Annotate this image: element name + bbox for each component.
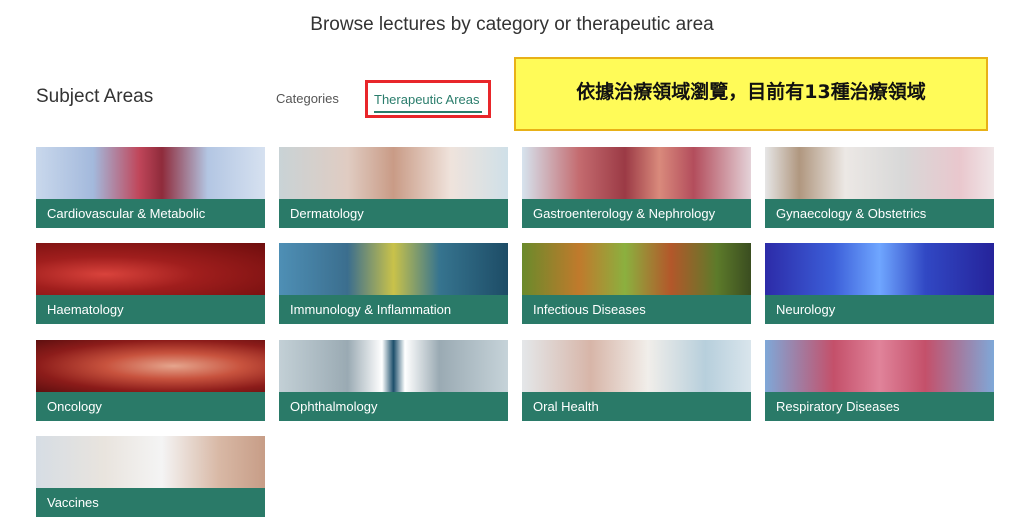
area-card-vaccines[interactable]: Vaccines — [36, 436, 265, 517]
ophthalmology-image — [279, 340, 508, 392]
area-card-label: Immunology & Inflammation — [290, 302, 452, 317]
oral-health-image — [522, 340, 751, 392]
area-card-gastroenterology[interactable]: Gastroenterology & Nephrology — [522, 147, 751, 228]
area-card-label: Neurology — [776, 302, 836, 317]
area-card-oral-health[interactable]: Oral Health — [522, 340, 751, 421]
immunology-image — [279, 243, 508, 295]
area-card-label: Cardiovascular & Metabolic — [47, 206, 206, 221]
area-card-bar: Ophthalmology — [279, 392, 508, 421]
area-card-label: Infectious Diseases — [533, 302, 646, 317]
area-card-bar: Neurology — [765, 295, 994, 324]
page-headline: Browse lectures by category or therapeut… — [310, 14, 714, 35]
respiratory-diseases-image — [765, 340, 994, 392]
area-card-infectious-diseases[interactable]: Infectious Diseases — [522, 243, 751, 324]
gynaecology-image — [765, 147, 994, 199]
area-card-label: Respiratory Diseases — [776, 399, 900, 414]
vaccines-image — [36, 436, 265, 488]
area-card-haematology[interactable]: Haematology — [36, 243, 265, 324]
area-card-label: Gynaecology & Obstetrics — [776, 206, 927, 221]
area-card-bar: Oncology — [36, 392, 265, 421]
area-card-respiratory-diseases[interactable]: Respiratory Diseases — [765, 340, 994, 421]
cardiovascular-image — [36, 147, 265, 199]
area-card-label: Vaccines — [47, 495, 99, 510]
area-card-gynaecology[interactable]: Gynaecology & Obstetrics — [765, 147, 994, 228]
gastroenterology-image — [522, 147, 751, 199]
area-card-bar: Immunology & Inflammation — [279, 295, 508, 324]
tab-therapeutic-areas-label: Therapeutic Areas — [374, 92, 480, 107]
area-card-bar: Dermatology — [279, 199, 508, 228]
area-card-bar: Haematology — [36, 295, 265, 324]
area-card-immunology[interactable]: Immunology & Inflammation — [279, 243, 508, 324]
area-card-bar: Respiratory Diseases — [765, 392, 994, 421]
area-card-label: Oral Health — [533, 399, 599, 414]
area-card-bar: Infectious Diseases — [522, 295, 751, 324]
area-card-bar: Cardiovascular & Metabolic — [36, 199, 265, 228]
page: Browse lectures by category or therapeut… — [0, 0, 1024, 532]
area-card-bar: Gynaecology & Obstetrics — [765, 199, 994, 228]
haematology-image — [36, 243, 265, 295]
annotation-callout: 依據治療領域瀏覽，目前有13種治療領域 — [514, 57, 988, 131]
active-tab-underline — [374, 111, 482, 113]
area-card-bar: Gastroenterology & Nephrology — [522, 199, 751, 228]
oncology-image — [36, 340, 265, 392]
area-card-ophthalmology[interactable]: Ophthalmology — [279, 340, 508, 421]
dermatology-image — [279, 147, 508, 199]
neurology-image — [765, 243, 994, 295]
area-card-dermatology[interactable]: Dermatology — [279, 147, 508, 228]
area-card-bar: Oral Health — [522, 392, 751, 421]
area-card-neurology[interactable]: Neurology — [765, 243, 994, 324]
area-card-oncology[interactable]: Oncology — [36, 340, 265, 421]
area-card-bar: Vaccines — [36, 488, 265, 517]
area-card-label: Oncology — [47, 399, 102, 414]
subject-areas-title: Subject Areas — [36, 86, 154, 107]
area-card-label: Haematology — [47, 302, 124, 317]
area-card-label: Ophthalmology — [290, 399, 378, 414]
area-card-label: Dermatology — [290, 206, 364, 221]
tab-therapeutic-areas[interactable]: Therapeutic Areas — [365, 80, 491, 118]
area-card-label: Gastroenterology & Nephrology — [533, 206, 716, 221]
tab-categories[interactable]: Categories — [276, 91, 339, 106]
infectious-diseases-image — [522, 243, 751, 295]
area-card-cardiovascular[interactable]: Cardiovascular & Metabolic — [36, 147, 265, 228]
